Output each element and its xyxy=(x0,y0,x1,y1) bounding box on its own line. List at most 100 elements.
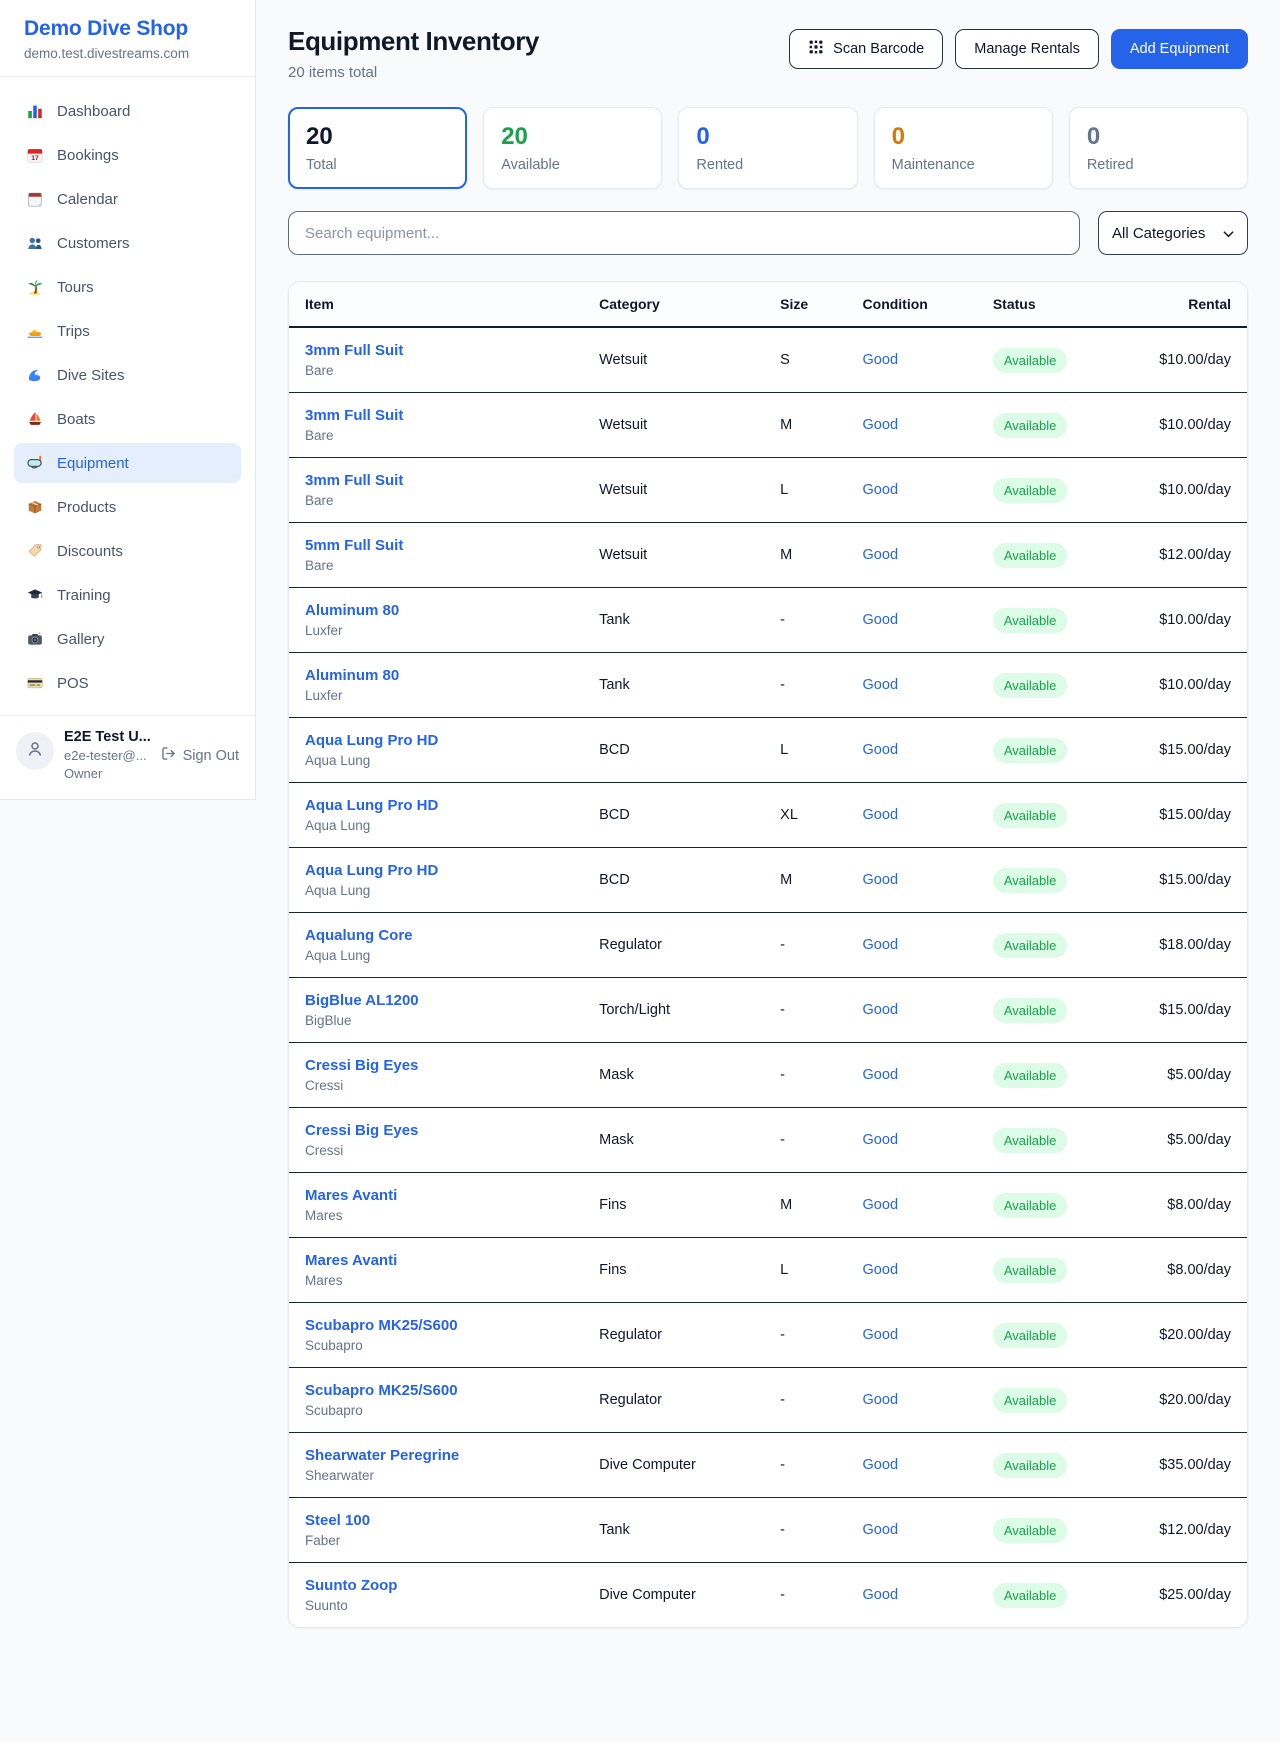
condition-link[interactable]: Good xyxy=(863,677,898,693)
condition-link[interactable]: Good xyxy=(863,1262,898,1278)
category-cell: Wetsuit xyxy=(583,393,764,458)
size-cell: - xyxy=(764,588,846,653)
condition-link[interactable]: Good xyxy=(863,612,898,628)
sidebar-item-discounts[interactable]: Discounts xyxy=(14,531,241,571)
category-cell: Wetsuit xyxy=(583,523,764,588)
tag-icon xyxy=(26,542,44,560)
condition-link[interactable]: Good xyxy=(863,1067,898,1083)
status-badge: Available xyxy=(993,803,1068,828)
category-cell: Tank xyxy=(583,588,764,653)
item-name-link[interactable]: Aluminum 80 xyxy=(305,667,567,684)
condition-link[interactable]: Good xyxy=(863,742,898,758)
user-block: E2E Test U... e2e-tester@... Owner Sign … xyxy=(0,715,255,799)
item-name-link[interactable]: Aqua Lung Pro HD xyxy=(305,797,567,814)
speedboat-icon xyxy=(26,322,44,340)
add-equipment-button[interactable]: Add Equipment xyxy=(1111,29,1248,69)
sidebar-item-label: Boats xyxy=(57,411,95,428)
item-brand: Luxfer xyxy=(305,688,567,703)
condition-link[interactable]: Good xyxy=(863,482,898,498)
condition-link[interactable]: Good xyxy=(863,872,898,888)
condition-link[interactable]: Good xyxy=(863,1587,898,1603)
condition-link[interactable]: Good xyxy=(863,547,898,563)
sidebar-item-products[interactable]: Products xyxy=(14,487,241,527)
sidebar-item-calendar[interactable]: Calendar xyxy=(14,179,241,219)
item-name-link[interactable]: Cressi Big Eyes xyxy=(305,1057,567,1074)
sidebar-item-trips[interactable]: Trips xyxy=(14,311,241,351)
item-name-link[interactable]: Steel 100 xyxy=(305,1512,567,1529)
item-name-link[interactable]: Aqua Lung Pro HD xyxy=(305,862,567,879)
item-name-link[interactable]: 3mm Full Suit xyxy=(305,342,567,359)
item-name-link[interactable]: 3mm Full Suit xyxy=(305,407,567,424)
rental-cell: $5.00/day xyxy=(1127,1043,1247,1108)
item-name-link[interactable]: Aqua Lung Pro HD xyxy=(305,732,567,749)
item-name-link[interactable]: Mares Avanti xyxy=(305,1187,567,1204)
item-name-link[interactable]: Scubapro MK25/S600 xyxy=(305,1382,567,1399)
condition-link[interactable]: Good xyxy=(863,807,898,823)
condition-link[interactable]: Good xyxy=(863,1327,898,1343)
sidebar-item-gallery[interactable]: Gallery xyxy=(14,619,241,659)
condition-link[interactable]: Good xyxy=(863,1002,898,1018)
item-name-link[interactable]: Shearwater Peregrine xyxy=(305,1447,567,1464)
condition-link[interactable]: Good xyxy=(863,1132,898,1148)
status-badge: Available xyxy=(993,1258,1068,1283)
sidebar-item-pos[interactable]: POS xyxy=(14,663,241,703)
item-brand: Scubapro xyxy=(305,1338,567,1353)
condition-link[interactable]: Good xyxy=(863,1392,898,1408)
sidebar-item-boats[interactable]: Boats xyxy=(14,399,241,439)
sidebar-item-equipment[interactable]: Equipment xyxy=(14,443,241,483)
table-row: Mares Avanti Mares Fins M Good Available… xyxy=(289,1173,1247,1238)
table-row: Scubapro MK25/S600 Scubapro Regulator - … xyxy=(289,1303,1247,1368)
sidebar-item-dive-sites[interactable]: Dive Sites xyxy=(14,355,241,395)
sidebar-item-label: Training xyxy=(57,587,111,604)
item-name-link[interactable]: Cressi Big Eyes xyxy=(305,1122,567,1139)
item-name-link[interactable]: Aqualung Core xyxy=(305,927,567,944)
item-name-link[interactable]: 3mm Full Suit xyxy=(305,472,567,489)
stat-card-maintenance[interactable]: 0 Maintenance xyxy=(874,107,1053,189)
size-cell: M xyxy=(764,848,846,913)
stat-label: Rented xyxy=(696,157,839,173)
manage-rentals-button[interactable]: Manage Rentals xyxy=(955,29,1099,69)
item-name-link[interactable]: Mares Avanti xyxy=(305,1252,567,1269)
sidebar-item-dashboard[interactable]: Dashboard xyxy=(14,91,241,131)
rental-cell: $10.00/day xyxy=(1127,653,1247,718)
condition-link[interactable]: Good xyxy=(863,1197,898,1213)
size-cell: S xyxy=(764,327,846,393)
stat-value: 20 xyxy=(306,123,449,151)
category-select[interactable]: All Categories xyxy=(1098,211,1248,255)
sidebar-item-bookings[interactable]: 17 Bookings xyxy=(14,135,241,175)
sidebar-item-training[interactable]: Training xyxy=(14,575,241,615)
item-name-link[interactable]: Scubapro MK25/S600 xyxy=(305,1317,567,1334)
search-input[interactable] xyxy=(288,211,1080,255)
calendar-icon: 17 xyxy=(26,146,44,164)
item-name-link[interactable]: BigBlue AL1200 xyxy=(305,992,567,1009)
sign-out-button[interactable]: Sign Out xyxy=(160,745,239,766)
item-brand: Bare xyxy=(305,363,567,378)
stat-card-available[interactable]: 20 Available xyxy=(483,107,662,189)
filter-row: All Categories xyxy=(288,211,1248,255)
condition-link[interactable]: Good xyxy=(863,417,898,433)
condition-link[interactable]: Good xyxy=(863,352,898,368)
stat-card-total[interactable]: 20 Total xyxy=(288,107,467,189)
sidebar-item-tours[interactable]: Tours xyxy=(14,267,241,307)
size-cell: L xyxy=(764,1238,846,1303)
condition-link[interactable]: Good xyxy=(863,1457,898,1473)
sidebar-item-customers[interactable]: Customers xyxy=(14,223,241,263)
table-row: Cressi Big Eyes Cressi Mask - Good Avail… xyxy=(289,1108,1247,1173)
condition-link[interactable]: Good xyxy=(863,1522,898,1538)
item-name-link[interactable]: 5mm Full Suit xyxy=(305,537,567,554)
rental-cell: $15.00/day xyxy=(1127,848,1247,913)
sidebar-item-label: Customers xyxy=(57,235,130,252)
sign-out-icon xyxy=(160,745,177,766)
size-cell: M xyxy=(764,393,846,458)
item-name-link[interactable]: Aluminum 80 xyxy=(305,602,567,619)
table-row: BigBlue AL1200 BigBlue Torch/Light - Goo… xyxy=(289,978,1247,1043)
camera-icon xyxy=(26,630,44,648)
rental-cell: $20.00/day xyxy=(1127,1368,1247,1433)
status-badge: Available xyxy=(993,478,1068,503)
stat-card-retired[interactable]: 0 Retired xyxy=(1069,107,1248,189)
scan-barcode-button[interactable]: Scan Barcode xyxy=(789,29,943,69)
rental-cell: $10.00/day xyxy=(1127,327,1247,393)
item-name-link[interactable]: Suunto Zoop xyxy=(305,1577,567,1594)
stat-card-rented[interactable]: 0 Rented xyxy=(678,107,857,189)
condition-link[interactable]: Good xyxy=(863,937,898,953)
